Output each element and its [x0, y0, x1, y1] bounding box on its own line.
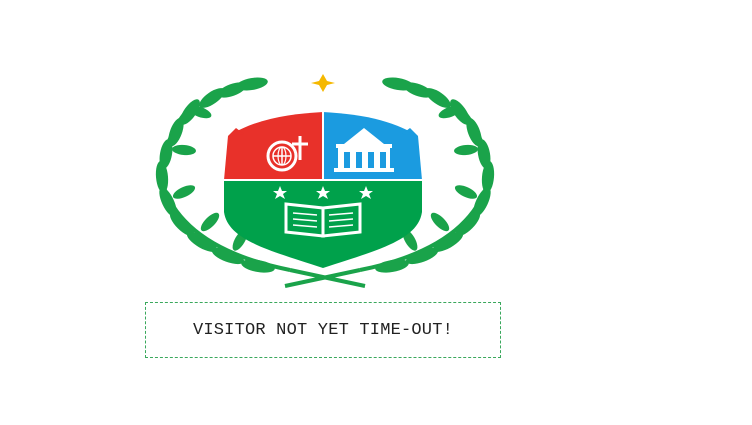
- school-crest-logo: [140, 72, 510, 294]
- status-message-box: VISITOR NOT YET TIME-OUT!: [145, 302, 501, 358]
- laurel-ribbon-icon: [284, 268, 366, 288]
- top-star-icon: [311, 74, 335, 92]
- visitor-status-message: VISITOR NOT YET TIME-OUT!: [192, 320, 454, 340]
